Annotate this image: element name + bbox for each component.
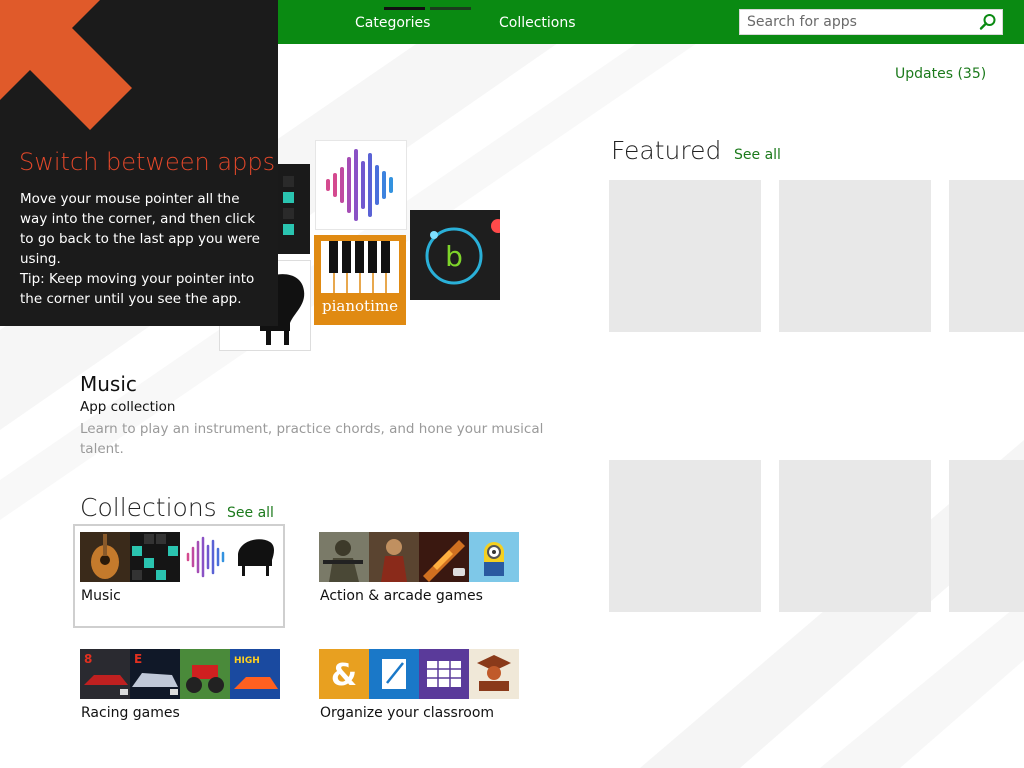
hero-subtitle: App collection xyxy=(80,399,176,415)
waveform-icon xyxy=(326,149,393,221)
graduate-app-icon xyxy=(469,649,519,699)
search-box xyxy=(739,9,1003,35)
soldier-game-icon xyxy=(319,532,369,582)
pen-note-app-icon xyxy=(369,649,419,699)
grid-pads-icon xyxy=(283,176,294,235)
tip-line: Move your mouse pointer all the way into… xyxy=(20,191,260,267)
hero-description: Learn to play an instrument, practice ch… xyxy=(80,421,544,457)
featured-app-tile[interactable] xyxy=(609,180,761,332)
hero-title[interactable]: Music xyxy=(80,372,137,396)
corner-arrow-icon xyxy=(0,0,132,130)
ampersand-app-icon: & xyxy=(319,649,369,699)
collection-label: Racing games xyxy=(81,705,180,721)
warrior-game-icon xyxy=(369,532,419,582)
collection-tile-classroom[interactable]: & Organize your classroom xyxy=(312,641,524,745)
collection-tile-racing[interactable]: 8 E HIGH Racing games xyxy=(73,641,285,745)
b-circle-icon: b xyxy=(425,219,505,285)
tip-title: Switch between apps xyxy=(19,148,276,176)
minion-game-icon xyxy=(469,532,519,582)
collection-label: Music xyxy=(81,588,121,604)
hero-tile-b-app: b xyxy=(410,210,505,300)
nav-indicator xyxy=(430,7,471,10)
monster-truck-icon xyxy=(180,649,230,699)
featured-see-all-link[interactable]: See all xyxy=(734,147,781,163)
svg-text:&: & xyxy=(331,658,357,693)
featured-app-tile[interactable] xyxy=(949,460,1024,612)
piano-keys-icon: pianotime xyxy=(321,241,399,315)
hero-tile-pads xyxy=(277,164,310,254)
tip-line: Tip: Keep moving your pointer into the c… xyxy=(20,271,255,307)
grid-pads-icon xyxy=(130,532,180,582)
collection-thumbnails: 8 E HIGH xyxy=(80,649,281,699)
featured-app-tile[interactable] xyxy=(779,180,931,332)
grand-piano-icon xyxy=(230,532,280,582)
search-input[interactable] xyxy=(740,10,971,34)
collection-thumbnails xyxy=(319,532,520,582)
featured-app-tile[interactable] xyxy=(779,460,931,612)
featured-app-tile[interactable] xyxy=(609,460,761,612)
collection-tile-action-arcade[interactable]: Action & arcade games xyxy=(312,524,524,628)
collection-label: Action & arcade games xyxy=(320,588,483,604)
collection-label: Organize your classroom xyxy=(320,705,495,721)
updates-link[interactable]: Updates (35) xyxy=(895,66,986,82)
high-speed-racing-icon: HIGH xyxy=(230,649,280,699)
svg-text:8: 8 xyxy=(84,652,92,666)
rifle-game-icon xyxy=(419,532,469,582)
racing-car-e-icon: E xyxy=(130,649,180,699)
racing-car-8-icon: 8 xyxy=(80,649,130,699)
svg-text:HIGH: HIGH xyxy=(234,656,260,666)
tab-collections[interactable]: Collections xyxy=(499,0,576,44)
search-icon xyxy=(979,14,996,30)
guitar-icon xyxy=(80,532,130,582)
hero-tile-pianotime: pianotime xyxy=(314,235,406,325)
tab-categories[interactable]: Categories xyxy=(355,0,430,44)
featured-heading: Featured xyxy=(611,136,722,165)
collections-see-all-link[interactable]: See all xyxy=(227,505,274,521)
pianotime-label: pianotime xyxy=(322,297,398,315)
search-button[interactable] xyxy=(978,13,998,31)
collection-thumbnails xyxy=(80,532,281,582)
collections-heading: Collections xyxy=(80,493,217,522)
collection-tile-music[interactable]: Music xyxy=(73,524,285,628)
waveform-icon xyxy=(180,532,230,582)
switch-apps-tip: Switch between apps Move your mouse poin… xyxy=(0,0,278,326)
hero-tile-waveform xyxy=(315,140,407,230)
featured-app-tile[interactable] xyxy=(949,180,1024,332)
b-letter: b xyxy=(445,240,463,273)
tip-body: Move your mouse pointer all the way into… xyxy=(20,189,265,309)
calendar-app-icon xyxy=(419,649,469,699)
collection-thumbnails: & xyxy=(319,649,520,699)
svg-text:E: E xyxy=(134,652,142,666)
